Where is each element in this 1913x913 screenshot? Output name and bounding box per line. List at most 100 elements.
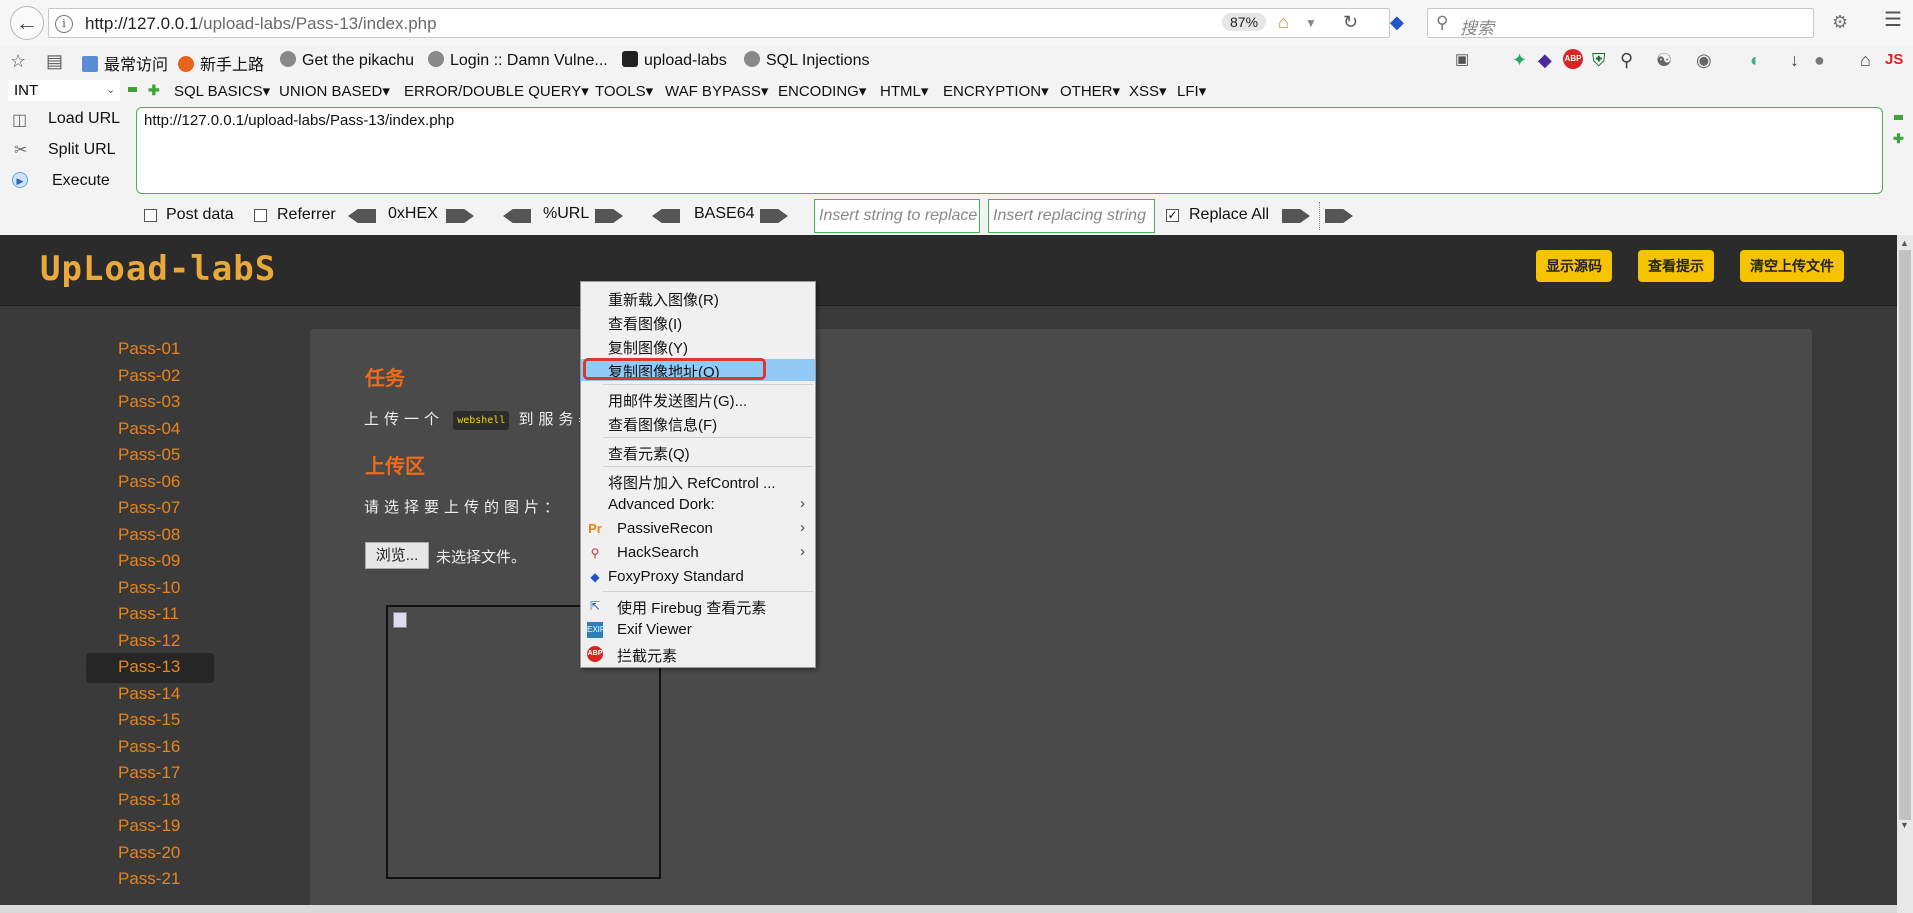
shield-icon[interactable]: ⛨: [1592, 50, 1606, 70]
scrollbar-thumb[interactable]: [1899, 250, 1911, 820]
sidebar-item-pass-03[interactable]: Pass-03: [118, 392, 180, 412]
sidebar-item-pass-17[interactable]: Pass-17: [118, 763, 180, 783]
menu-encoding[interactable]: ENCODING▾: [778, 82, 866, 100]
gear-icon[interactable]: ⚙: [1832, 12, 1848, 32]
menu-icon[interactable]: ☰: [1884, 10, 1902, 30]
star-icon[interactable]: ☆: [10, 51, 26, 71]
menu-error-double-query[interactable]: ERROR/DOUBLE QUERY▾: [404, 82, 589, 100]
sidebar-item-pass-21[interactable]: Pass-21: [118, 869, 180, 889]
translate-icon[interactable]: ◐: [1750, 50, 1761, 70]
home-icon[interactable]: ⌂: [1860, 50, 1871, 70]
replace-all-checkbox[interactable]: ✓: [1166, 209, 1179, 222]
menu-union-based[interactable]: UNION BASED▾: [279, 82, 390, 100]
menu-item-refcontrol[interactable]: 将图片加入 RefControl ...: [581, 470, 815, 492]
sidebar-item-pass-02[interactable]: Pass-02: [118, 366, 180, 386]
horizontal-scrollbar[interactable]: [0, 905, 1897, 913]
wappalyzer-icon[interactable]: ✦: [1512, 50, 1527, 70]
sidebar-item-pass-07[interactable]: Pass-07: [118, 498, 180, 518]
menu-item-view-image[interactable]: 查看图像(I): [581, 311, 815, 333]
split-url-button[interactable]: Split URL: [48, 141, 116, 159]
bookmark-most-visited[interactable]: 最常访问: [82, 51, 168, 75]
menu-sql-basics[interactable]: SQL BASICS▾: [174, 82, 270, 100]
base64-decode-arrow-icon[interactable]: [652, 209, 680, 223]
url-decode-arrow-icon[interactable]: [503, 209, 531, 223]
js-icon[interactable]: JS: [1885, 50, 1903, 70]
sidebar-item-pass-13[interactable]: Pass-13: [118, 657, 180, 677]
adblock-icon[interactable]: ABP: [1563, 49, 1583, 69]
sidebar-item-pass-06[interactable]: Pass-06: [118, 472, 180, 492]
clear-uploads-button[interactable]: 清空上传文件: [1740, 250, 1844, 282]
load-url-button[interactable]: Load URL: [48, 110, 120, 128]
plus-icon[interactable]: ✚: [1893, 131, 1904, 147]
hex-encode-arrow-icon[interactable]: [446, 209, 474, 223]
menu-lfi[interactable]: LFI▾: [1177, 82, 1206, 100]
replace-with-input[interactable]: Insert replacing string: [988, 199, 1155, 233]
back-button[interactable]: ←: [10, 6, 44, 40]
sidebar-item-pass-20[interactable]: Pass-20: [118, 843, 180, 863]
sidebar-item-pass-11[interactable]: Pass-11: [118, 604, 179, 624]
sidebar-item-pass-10[interactable]: Pass-10: [118, 578, 180, 598]
bookmark-getting-started[interactable]: 新手上路: [178, 51, 264, 75]
menu-item-passiverecon[interactable]: Pr PassiveRecon ›: [581, 518, 815, 540]
scroll-up-icon[interactable]: ▲: [1900, 238, 1909, 248]
sidebar-item-pass-14[interactable]: Pass-14: [118, 684, 180, 704]
execute-button[interactable]: Execute: [52, 172, 110, 190]
show-source-button[interactable]: 显示源码: [1536, 250, 1612, 282]
bookmark-dvwa[interactable]: Login :: Damn Vulne...: [428, 51, 608, 70]
referrer-checkbox[interactable]: [254, 209, 267, 222]
menu-item-copy-image[interactable]: 复制图像(Y): [581, 335, 815, 357]
bookmark-sql-injections[interactable]: SQL Injections: [744, 51, 869, 70]
menu-other[interactable]: OTHER▾: [1060, 82, 1120, 100]
dropdown-icon[interactable]: ▼: [1305, 13, 1317, 33]
replace-find-input[interactable]: Insert string to replace: [814, 199, 980, 233]
menu-item-inspect-element[interactable]: 查看元素(Q): [581, 441, 815, 463]
extension-icon[interactable]: ▣: [1455, 50, 1469, 70]
sidebar-item-pass-04[interactable]: Pass-04: [118, 419, 180, 439]
scroll-down-icon[interactable]: ▼: [1900, 820, 1909, 830]
home-icon[interactable]: ⌂: [1278, 12, 1289, 32]
account-icon[interactable]: ●: [1814, 50, 1825, 70]
url-encode-arrow-icon[interactable]: [595, 209, 623, 223]
menu-item-image-info[interactable]: 查看图像信息(F): [581, 412, 815, 434]
hackbar-url-textarea[interactable]: http://127.0.0.1/upload-labs/Pass-13/ind…: [136, 107, 1883, 194]
menu-item-foxyproxy[interactable]: ◆ FoxyProxy Standard: [581, 566, 815, 588]
foxyproxy-icon[interactable]: ◆: [1390, 12, 1404, 32]
sidebar-item-pass-05[interactable]: Pass-05: [118, 445, 180, 465]
site-logo[interactable]: UpLoad-labS: [40, 249, 276, 289]
download-icon[interactable]: ↓: [1790, 50, 1799, 70]
minus-icon[interactable]: [1894, 115, 1903, 120]
sidebar-item-pass-16[interactable]: Pass-16: [118, 737, 180, 757]
bookmark-pikachu[interactable]: Get the pikachu: [280, 51, 414, 70]
menu-item-exif-viewer[interactable]: EXIF Exif Viewer: [581, 619, 815, 641]
sidebar-item-pass-01[interactable]: Pass-01: [118, 339, 180, 359]
address-bar[interactable]: i http://127.0.0.1/upload-labs/Pass-13/i…: [48, 8, 1390, 38]
bookmark-upload-labs[interactable]: upload-labs: [622, 51, 727, 70]
reload-icon[interactable]: ↻: [1343, 12, 1358, 32]
sidebar-item-pass-15[interactable]: Pass-15: [118, 710, 180, 730]
browse-button[interactable]: 浏览...: [365, 542, 429, 569]
menu-item-hacksearch[interactable]: ⚲ HackSearch ›: [581, 542, 815, 564]
hackbar-icon[interactable]: ◆: [1538, 50, 1552, 70]
menu-item-block-element[interactable]: ABP 拦截元素: [581, 643, 815, 665]
menu-tools[interactable]: TOOLS▾: [595, 82, 653, 100]
menu-item-reload-image[interactable]: 重新载入图像(R): [581, 287, 815, 309]
menu-waf-bypass[interactable]: WAF BYPASS▾: [665, 82, 768, 100]
hex-decode-arrow-icon[interactable]: [348, 209, 376, 223]
palette-icon[interactable]: ◉: [1696, 50, 1712, 70]
menu-encryption[interactable]: ENCRYPTION▾: [943, 82, 1049, 100]
tools-icon[interactable]: ☯: [1656, 50, 1672, 70]
sidebar-item-pass-12[interactable]: Pass-12: [118, 631, 180, 651]
replace-arrow-icon[interactable]: [1282, 209, 1310, 223]
sidebar-item-pass-18[interactable]: Pass-18: [118, 790, 180, 810]
sidebar-item-pass-09[interactable]: Pass-09: [118, 551, 180, 571]
magnifier-icon[interactable]: ⚲: [1620, 50, 1633, 70]
replace-all-arrow-icon[interactable]: [1325, 209, 1353, 223]
reading-list-icon[interactable]: ▤: [46, 51, 63, 71]
menu-xss[interactable]: XSS▾: [1129, 82, 1167, 100]
base64-encode-arrow-icon[interactable]: [760, 209, 788, 223]
zoom-level[interactable]: 87%: [1222, 13, 1267, 31]
search-bar[interactable]: ⚲ 搜索: [1427, 8, 1814, 38]
site-info-icon[interactable]: i: [55, 15, 73, 33]
menu-item-email-image[interactable]: 用邮件发送图片(G)...: [581, 388, 815, 410]
menu-item-advanced-dork[interactable]: Advanced Dork: ›: [581, 494, 815, 516]
